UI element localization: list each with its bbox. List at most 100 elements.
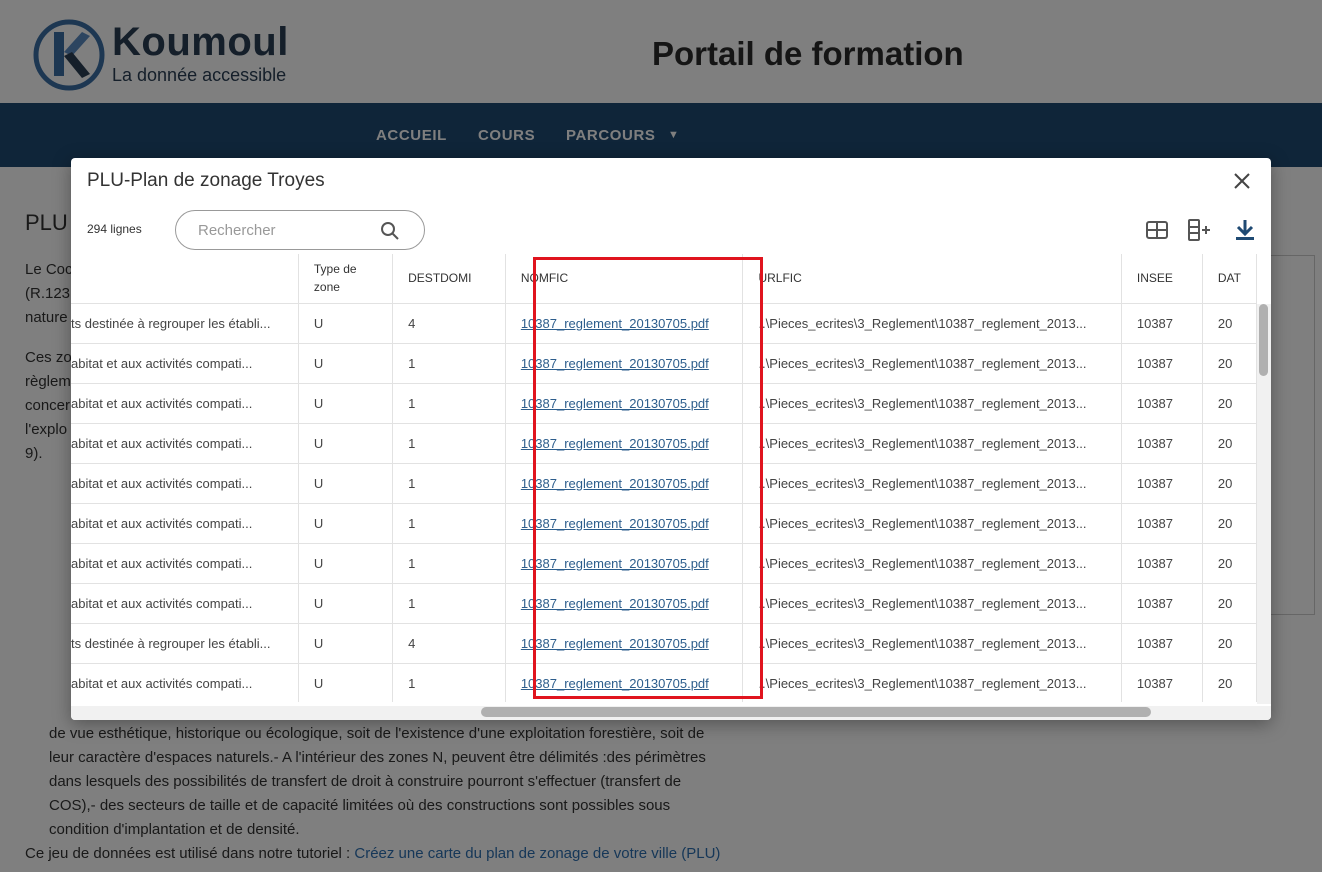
- table-cell: 10387: [1121, 343, 1203, 384]
- data-table-viewport[interactable]: Type de zone DESTDOMI NOMFIC URLFIC INSE…: [71, 254, 1257, 702]
- table-cell: 20: [1202, 303, 1257, 344]
- dialog-title: PLU-Plan de zonage Troyes: [87, 170, 325, 191]
- search-field[interactable]: [175, 210, 425, 250]
- table-cell: abitat et aux activités compati...: [71, 503, 299, 544]
- table-cell: U: [298, 303, 394, 344]
- table-cell: U: [298, 383, 394, 424]
- table-cell: U: [298, 583, 394, 624]
- table-cell: 10387: [1121, 663, 1203, 702]
- download-icon[interactable]: [1233, 218, 1257, 242]
- table-cell: ..\Pieces_ecrites\3_Reglement\10387_regl…: [742, 463, 1122, 504]
- table-cell: ..\Pieces_ecrites\3_Reglement\10387_regl…: [742, 343, 1122, 384]
- table-cell: 1: [392, 423, 506, 464]
- table-cell: 1: [392, 663, 506, 702]
- nomfic-file-link[interactable]: 10387_reglement_20130705.pdf: [521, 636, 709, 651]
- table-cell: abitat et aux activités compati...: [71, 663, 299, 702]
- table-cell: 20: [1202, 623, 1257, 664]
- table-cell: ..\Pieces_ecrites\3_Reglement\10387_regl…: [742, 303, 1122, 344]
- search-input[interactable]: [198, 220, 368, 240]
- table-cell: 1: [392, 543, 506, 584]
- table-cell: 10387: [1121, 543, 1203, 584]
- table-row[interactable]: ts destinée à regrouper les établi... U 4 1…: [71, 623, 1257, 664]
- table-cell: U: [298, 503, 394, 544]
- table-cell: 10387: [1121, 503, 1203, 544]
- table-cell: 20: [1202, 583, 1257, 624]
- column-header[interactable]: Type de zone: [298, 254, 394, 304]
- table-header-row: Type de zone DESTDOMI NOMFIC URLFIC INSE…: [71, 254, 1257, 304]
- nomfic-file-link[interactable]: 10387_reglement_20130705.pdf: [521, 596, 709, 611]
- table-cell: 10387_reglement_20130705.pdf: [505, 503, 744, 544]
- search-icon[interactable]: [380, 221, 400, 241]
- table-row[interactable]: abitat et aux activités compati... U 1 1038…: [71, 503, 1257, 544]
- nomfic-file-link[interactable]: 10387_reglement_20130705.pdf: [521, 516, 709, 531]
- table-cell: 4: [392, 303, 506, 344]
- table-cell: ts destinée à regrouper les établi...: [71, 623, 299, 664]
- table-cell: U: [298, 623, 394, 664]
- table-view-icon[interactable]: [1145, 218, 1169, 242]
- horizontal-scrollbar-thumb[interactable]: [481, 707, 1151, 717]
- table-cell: abitat et aux activités compati...: [71, 343, 299, 384]
- table-cell: U: [298, 543, 394, 584]
- table-cell: 20: [1202, 423, 1257, 464]
- column-header[interactable]: INSEE: [1121, 254, 1203, 304]
- table-row[interactable]: abitat et aux activités compati... U 1 1038…: [71, 543, 1257, 584]
- column-header[interactable]: NOMFIC: [505, 254, 744, 304]
- table-cell: U: [298, 463, 394, 504]
- table-row[interactable]: abitat et aux activités compati... U 1 1038…: [71, 383, 1257, 424]
- table-cell: U: [298, 343, 394, 384]
- table-cell: ts destinée à regrouper les établi...: [71, 303, 299, 344]
- table-cell: U: [298, 663, 394, 702]
- table-cell: 20: [1202, 503, 1257, 544]
- table-cell: 10387_reglement_20130705.pdf: [505, 303, 744, 344]
- table-cell: 10387_reglement_20130705.pdf: [505, 423, 744, 464]
- table-row[interactable]: abitat et aux activités compati... U 1 1038…: [71, 343, 1257, 384]
- column-header[interactable]: URLFIC: [742, 254, 1122, 304]
- table-cell: ..\Pieces_ecrites\3_Reglement\10387_regl…: [742, 503, 1122, 544]
- table-cell: 20: [1202, 383, 1257, 424]
- table-cell: 10387: [1121, 583, 1203, 624]
- table-cell: 10387_reglement_20130705.pdf: [505, 383, 744, 424]
- table-cell: 20: [1202, 663, 1257, 702]
- add-column-icon[interactable]: [1187, 218, 1211, 242]
- table-row[interactable]: ts destinée à regrouper les établi... U 4 1…: [71, 303, 1257, 344]
- table-cell: 10387: [1121, 463, 1203, 504]
- table-cell: 10387_reglement_20130705.pdf: [505, 623, 744, 664]
- table-cell: 10387: [1121, 423, 1203, 464]
- table-cell: 4: [392, 623, 506, 664]
- nomfic-file-link[interactable]: 10387_reglement_20130705.pdf: [521, 676, 709, 691]
- table-cell: 10387_reglement_20130705.pdf: [505, 583, 744, 624]
- table-cell: abitat et aux activités compati...: [71, 423, 299, 464]
- column-header[interactable]: DAT: [1202, 254, 1257, 304]
- table-cell: ..\Pieces_ecrites\3_Reglement\10387_regl…: [742, 543, 1122, 584]
- table-cell: ..\Pieces_ecrites\3_Reglement\10387_regl…: [742, 663, 1122, 702]
- data-table: Type de zone DESTDOMI NOMFIC URLFIC INSE…: [71, 254, 1257, 702]
- table-cell: 20: [1202, 543, 1257, 584]
- nomfic-file-link[interactable]: 10387_reglement_20130705.pdf: [521, 436, 709, 451]
- table-cell: 10387: [1121, 623, 1203, 664]
- table-cell: 10387_reglement_20130705.pdf: [505, 543, 744, 584]
- column-header[interactable]: [71, 254, 299, 304]
- table-cell: abitat et aux activités compati...: [71, 383, 299, 424]
- close-icon[interactable]: [1231, 170, 1253, 192]
- column-header[interactable]: DESTDOMI: [392, 254, 506, 304]
- table-cell: 1: [392, 383, 506, 424]
- table-cell: ..\Pieces_ecrites\3_Reglement\10387_regl…: [742, 383, 1122, 424]
- table-cell: 1: [392, 343, 506, 384]
- dataset-preview-dialog: PLU-Plan de zonage Troyes 294 lignes Rec…: [71, 158, 1271, 720]
- table-row[interactable]: abitat et aux activités compati... U 1 1038…: [71, 583, 1257, 624]
- table-cell: 10387_reglement_20130705.pdf: [505, 343, 744, 384]
- table-cell: 10387: [1121, 303, 1203, 344]
- table-cell: 20: [1202, 343, 1257, 384]
- table-row[interactable]: abitat et aux activités compati... U 1 1038…: [71, 463, 1257, 504]
- nomfic-file-link[interactable]: 10387_reglement_20130705.pdf: [521, 556, 709, 571]
- nomfic-file-link[interactable]: 10387_reglement_20130705.pdf: [521, 396, 709, 411]
- nomfic-file-link[interactable]: 10387_reglement_20130705.pdf: [521, 316, 709, 331]
- nomfic-file-link[interactable]: 10387_reglement_20130705.pdf: [521, 476, 709, 491]
- table-row[interactable]: abitat et aux activités compati... U 1 1038…: [71, 663, 1257, 702]
- table-cell: abitat et aux activités compati...: [71, 543, 299, 584]
- table-cell: 10387_reglement_20130705.pdf: [505, 663, 744, 702]
- vertical-scrollbar-thumb[interactable]: [1259, 304, 1268, 376]
- table-row[interactable]: abitat et aux activités compati... U 1 1038…: [71, 423, 1257, 464]
- nomfic-file-link[interactable]: 10387_reglement_20130705.pdf: [521, 356, 709, 371]
- table-body: ts destinée à regrouper les établi... U 4 1…: [71, 303, 1257, 702]
